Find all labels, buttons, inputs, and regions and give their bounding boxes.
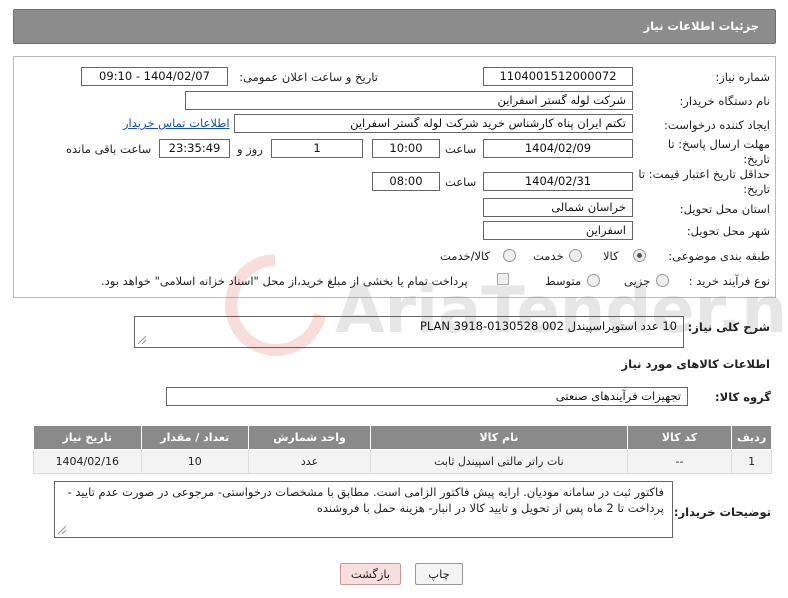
city-label: شهر محل تحویل: (686, 224, 770, 238)
remaining-label: ساعت باقی مانده (66, 142, 152, 156)
back-button[interactable]: بازگشت (340, 563, 401, 585)
creator-field: تکتم ایران پناه کارشناس خرید شرکت لوله گ… (234, 114, 633, 133)
goods-group-label: گروه کالا: (715, 390, 771, 404)
remaining-time-field: 23:35:49 (159, 139, 230, 158)
page-title: جزئیات اطلاعات نیاز (643, 19, 759, 33)
col-quantity: تعداد / مقدار (140, 425, 250, 450)
reply-days-field: 1 (271, 139, 363, 158)
need-number-field: 1104001512000072 (483, 67, 633, 86)
print-button[interactable]: چاپ (415, 563, 463, 585)
col-need-date: تاریخ نیاز (33, 425, 142, 450)
col-item-name: نام کالا (370, 425, 628, 450)
col-unit: واحد شمارش (247, 425, 372, 450)
col-row-number: ردیف (731, 425, 772, 450)
category-label: طبقه بندی موضوعی: (668, 249, 770, 263)
col-item-code: کد کالا (626, 425, 733, 450)
reply-deadline-label: مهلت ارسال پاسخ: تا تاریخ: (667, 137, 770, 166)
category-option-service: خدمت (533, 249, 564, 263)
table-header-row: ردیف کد کالا نام کالا واحد شمارش تعداد /… (33, 425, 772, 450)
validity-date-field: 1404/02/31 (483, 172, 633, 191)
need-number-label: شماره نیاز: (715, 70, 770, 84)
reply-time-field: 10:00 (372, 139, 440, 158)
category-option-goods: کالا (603, 249, 619, 263)
buyer-notes-field: فاکتور ثبت در سامانه مودیان. ارایه پیش ف… (54, 481, 673, 538)
category-radio-goods-service[interactable] (503, 249, 516, 262)
reply-time-label: ساعت (445, 142, 477, 156)
city-field: اسفراین (483, 221, 633, 240)
resize-grip-icon[interactable] (138, 336, 146, 344)
cell-item-name: نات راتر مالتی اسپیندل ثابت (370, 449, 628, 474)
buyer-org-field: شرکت لوله گستر اسفراین (185, 91, 633, 110)
validity-time-field: 08:00 (372, 172, 440, 191)
purchase-type-label: نوع فرآیند خرید : (688, 274, 770, 288)
purchase-radio-medium[interactable] (587, 274, 600, 287)
category-radio-service[interactable] (569, 249, 582, 262)
buyer-contact-link[interactable]: اطلاعات تماس خریدار (123, 116, 230, 130)
announce-datetime-field: 1404/02/07 - 09:10 (81, 67, 228, 86)
buyer-notes-label: توضیحات خریدار: (673, 505, 771, 519)
goods-table: ردیف کد کالا نام کالا واحد شمارش تعداد /… (33, 425, 772, 474)
buyer-org-label: نام دستگاه خریدار: (679, 94, 770, 108)
page-header: جزئیات اطلاعات نیاز (13, 9, 776, 44)
treasury-checkbox[interactable] (497, 273, 509, 285)
purchase-option-minor: جزیی (624, 274, 651, 288)
validity-time-label: ساعت (445, 175, 477, 189)
cell-quantity: 10 (140, 449, 250, 474)
category-radio-goods[interactable] (633, 249, 646, 262)
goods-group-field: تجهیزات فرآیندهای صنعتی (166, 387, 688, 406)
announce-datetime-label: تاریخ و ساعت اعلان عمومی: (239, 70, 378, 84)
cell-item-code: -- (626, 449, 733, 474)
cell-unit: عدد (247, 449, 372, 474)
day-and-label: روز و (237, 142, 263, 156)
cell-row-number: 1 (731, 449, 772, 474)
purchase-radio-minor[interactable] (656, 274, 669, 287)
purchase-option-medium: متوسط (545, 274, 582, 288)
buyer-notes-text: فاکتور ثبت در سامانه مودیان. ارایه پیش ف… (67, 485, 664, 515)
category-option-goods-service: کالا/خدمت (440, 249, 491, 263)
province-field: خراسان شمالی (483, 198, 633, 217)
treasury-note: پرداخت تمام یا بخشی از مبلغ خرید،از محل … (101, 274, 468, 288)
price-validity-label: حداقل تاریخ اعتبار قیمت: تا تاریخ: (638, 167, 770, 196)
creator-label: ایجاد کننده درخواست: (664, 118, 770, 132)
reply-date-field: 1404/02/09 (483, 139, 633, 158)
province-label: استان محل تحویل: (679, 202, 770, 216)
table-row: 1 -- نات راتر مالتی اسپیندل ثابت عدد 10 … (33, 449, 772, 474)
resize-grip-icon[interactable] (58, 526, 66, 534)
description-label: شرح کلی نیاز: (687, 320, 770, 334)
description-text: 10 عدد استوپراسپیندل PLAN 3918-0130528 0… (419, 319, 677, 333)
description-field: 10 عدد استوپراسپیندل PLAN 3918-0130528 0… (134, 316, 684, 348)
cell-need-date: 1404/02/16 (33, 449, 142, 474)
goods-info-heading: اطلاعات کالاهای مورد نیاز (621, 357, 770, 371)
